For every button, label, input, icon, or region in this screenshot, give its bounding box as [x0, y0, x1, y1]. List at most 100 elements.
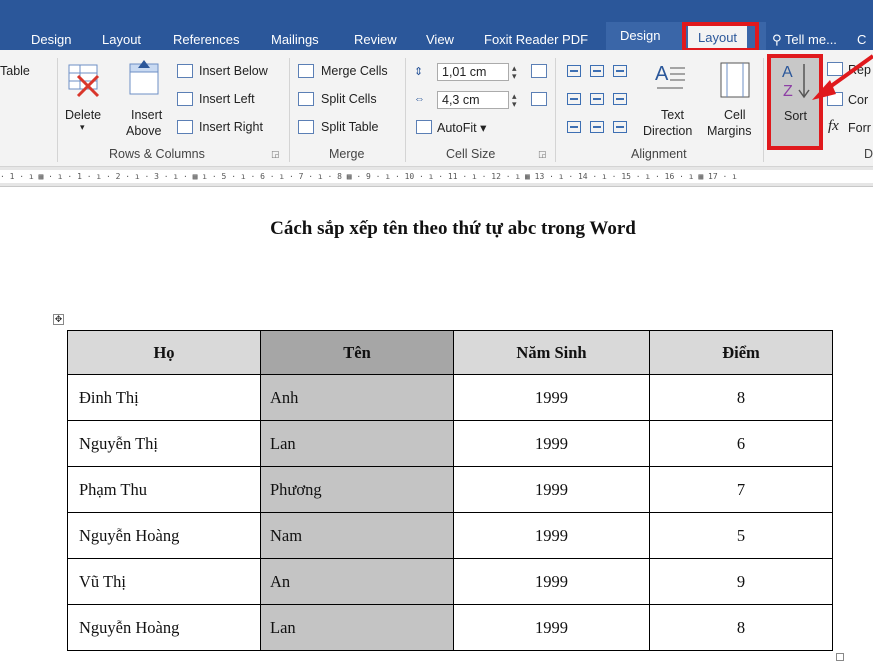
header-ten[interactable]: Tên — [260, 330, 454, 375]
cell-margins-button[interactable] — [718, 60, 752, 105]
cell-ho[interactable]: Đinh Thị — [67, 374, 261, 421]
tell-me-box[interactable]: ⚲ Tell me... — [772, 30, 837, 50]
insert-above-label-1[interactable]: Insert — [131, 108, 162, 122]
align-bottom-center-icon[interactable] — [590, 121, 604, 133]
delete-dropdown-icon[interactable]: ▾ — [80, 122, 85, 133]
cell-diem[interactable]: 8 — [649, 374, 833, 421]
tab-view[interactable]: View — [426, 30, 454, 50]
document-title: Cách sắp xếp tên theo thứ tự abc trong W… — [270, 218, 636, 239]
align-bottom-left-icon[interactable] — [567, 121, 581, 133]
row-height-input[interactable]: 1,01 cm — [437, 63, 509, 81]
cell-diem[interactable]: 7 — [649, 466, 833, 513]
split-table-button[interactable]: Split Table — [321, 120, 378, 134]
horizontal-ruler[interactable]: · 1 · ı ▦ · ı · 1 · ı · 2 · ı · 3 · ı · … — [0, 167, 873, 187]
insert-above-label-2[interactable]: Above — [126, 124, 161, 138]
cell-ho[interactable]: Nguyễn Hoàng — [67, 604, 261, 651]
separator — [57, 58, 58, 162]
delete-label[interactable]: Delete — [65, 108, 101, 122]
formula-icon: fx — [828, 118, 839, 134]
autofit-icon — [416, 120, 432, 134]
text-direction-button[interactable]: A — [653, 60, 687, 99]
cell-ten[interactable]: An — [260, 558, 454, 605]
cell-margins-label-2[interactable]: Margins — [707, 124, 751, 138]
spin-arrows-icon[interactable]: ▴ ▾ — [512, 64, 517, 81]
split-table-icon — [298, 120, 314, 134]
text-direction-icon: A — [655, 63, 685, 89]
cell-nam-sinh[interactable]: 1999 — [453, 604, 650, 651]
cell-ten[interactable]: Nam — [260, 512, 454, 559]
cell-ho[interactable]: Nguyễn Hoàng — [67, 512, 261, 559]
cell-ten[interactable]: Lan — [260, 420, 454, 467]
cell-nam-sinh[interactable]: 1999 — [453, 466, 650, 513]
text-direction-label-1[interactable]: Text — [661, 108, 684, 122]
cell-ten[interactable]: Lan — [260, 604, 454, 651]
separator — [405, 58, 406, 162]
cell-ten[interactable]: Phương — [260, 466, 454, 513]
tab-cutoff[interactable]: C — [857, 30, 866, 50]
tab-references[interactable]: References — [173, 30, 239, 50]
tab-table-design[interactable]: Design — [620, 26, 660, 46]
cell-nam-sinh[interactable]: 1999 — [453, 558, 650, 605]
ribbon-tab-bar: Design Layout References Mailings Review… — [0, 0, 873, 52]
insert-below-button[interactable]: Insert Below — [199, 64, 268, 78]
cell-nam-sinh[interactable]: 1999 — [453, 420, 650, 467]
formula-button[interactable]: Forr — [848, 121, 871, 135]
cell-diem[interactable]: 9 — [649, 558, 833, 605]
tab-design[interactable]: Design — [31, 30, 71, 50]
distribute-columns-icon[interactable] — [531, 92, 547, 106]
align-top-left-icon[interactable] — [567, 65, 581, 77]
tab-foxit-reader-pdf[interactable]: Foxit Reader PDF — [484, 30, 588, 50]
cell-margins-label-1[interactable]: Cell — [724, 108, 746, 122]
table-move-handle-icon[interactable]: ✥ — [53, 314, 64, 325]
dialog-launcher-icon[interactable]: ◲ — [538, 149, 547, 160]
cell-diem[interactable]: 8 — [649, 604, 833, 651]
separator — [289, 58, 290, 162]
insert-above-button[interactable] — [126, 60, 162, 101]
cell-nam-sinh[interactable]: 1999 — [453, 374, 650, 421]
ruler-scale: · 1 · ı ▦ · ı · 1 · ı · 2 · ı · 3 · ı · … — [0, 170, 873, 183]
distribute-rows-icon[interactable] — [531, 64, 547, 78]
column-width-input[interactable]: 4,3 cm — [437, 91, 509, 109]
cell-diem[interactable]: 6 — [649, 420, 833, 467]
cell-diem[interactable]: 5 — [649, 512, 833, 559]
table-row: Nguyễn Hoàng Lan 1999 8 — [67, 604, 833, 651]
insert-left-icon — [177, 92, 193, 106]
cell-ho[interactable]: Nguyễn Thị — [67, 420, 261, 467]
red-arrow-annotation-icon — [812, 54, 873, 100]
table-resize-handle-icon[interactable] — [836, 653, 844, 661]
cell-nam-sinh[interactable]: 1999 — [453, 512, 650, 559]
delete-button[interactable] — [66, 62, 102, 103]
tab-review[interactable]: Review — [354, 30, 397, 50]
separator — [763, 58, 764, 162]
table-row: Đinh Thị Anh 1999 8 — [67, 374, 833, 421]
align-bottom-right-icon[interactable] — [613, 121, 627, 133]
tab-mailings[interactable]: Mailings — [271, 30, 319, 50]
svg-text:A: A — [655, 63, 669, 85]
insert-right-button[interactable]: Insert Right — [199, 120, 263, 134]
table-row: Vũ Thị An 1999 9 — [67, 558, 833, 605]
cell-ho[interactable]: Phạm Thu — [67, 466, 261, 513]
cell-ten[interactable]: Anh — [260, 374, 454, 421]
split-cells-button[interactable]: Split Cells — [321, 92, 377, 106]
insert-left-button[interactable]: Insert Left — [199, 92, 255, 106]
table-group-partial[interactable]: Table — [0, 64, 30, 78]
names-table[interactable]: Họ Tên Năm Sinh Điểm Đinh Thị Anh 1999 8… — [67, 330, 833, 651]
header-diem[interactable]: Điểm — [649, 330, 833, 375]
align-top-center-icon[interactable] — [590, 65, 604, 77]
align-center-right-icon[interactable] — [613, 93, 627, 105]
dialog-launcher-icon[interactable]: ◲ — [271, 149, 280, 160]
separator — [555, 58, 556, 162]
autofit-button[interactable]: AutoFit ▾ — [437, 120, 486, 135]
header-nam-sinh[interactable]: Năm Sinh — [453, 330, 650, 375]
tab-layout[interactable]: Layout — [102, 30, 141, 50]
insert-above-icon — [129, 60, 159, 95]
align-center-left-icon[interactable] — [567, 93, 581, 105]
cell-ho[interactable]: Vũ Thị — [67, 558, 261, 605]
merge-cells-button[interactable]: Merge Cells — [321, 64, 388, 78]
align-top-right-icon[interactable] — [613, 65, 627, 77]
align-center-icon[interactable] — [590, 93, 604, 105]
header-ho[interactable]: Họ — [67, 330, 261, 375]
autofit-label: AutoFit — [437, 121, 477, 135]
text-direction-label-2[interactable]: Direction — [643, 124, 692, 138]
spin-arrows-icon[interactable]: ▴ ▾ — [512, 92, 517, 109]
